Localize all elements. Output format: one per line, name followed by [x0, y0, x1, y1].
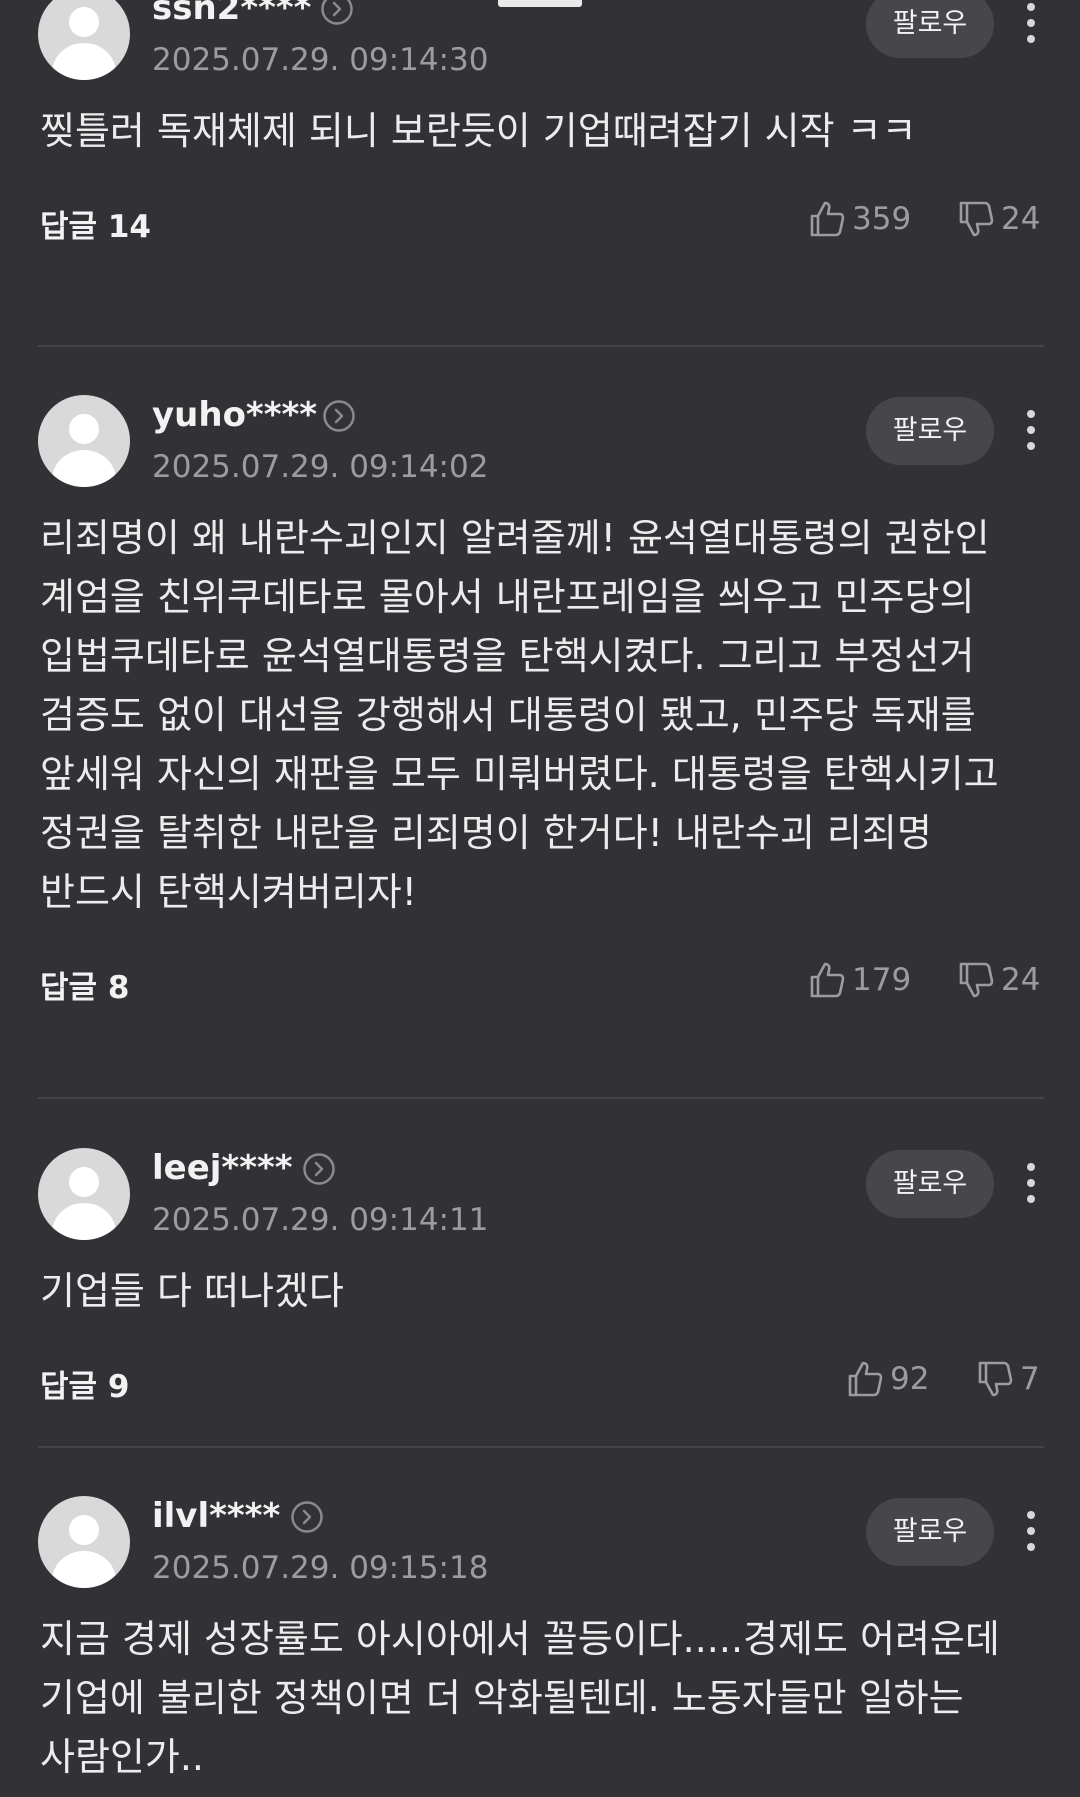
username[interactable]: ilvl****	[152, 1496, 280, 1536]
reply-count-button[interactable]: 답글 9	[40, 1361, 129, 1406]
dislike-button[interactable]: 24	[957, 956, 1040, 1004]
comment-timestamp: 2025.07.29. 09:14:30	[152, 42, 489, 78]
chevron-right-circle-icon[interactable]	[322, 399, 356, 433]
comment-header: ssn2**** 2025.07.29. 09:14:30 팔로우	[0, 0, 1080, 98]
dislike-count: 7	[1020, 1361, 1040, 1397]
comment-divider	[38, 1097, 1044, 1099]
avatar[interactable]	[38, 1496, 130, 1588]
follow-button[interactable]: 팔로우	[866, 1150, 994, 1218]
comment-text: 리죄명이 왜 내란수괴인지 알려줄께! 윤석열대통령의 권한인 계엄을 친위쿠데…	[40, 516, 999, 914]
comment-timestamp: 2025.07.29. 09:14:11	[152, 1202, 489, 1238]
avatar[interactable]	[38, 0, 130, 80]
comment-footer: 답글 9 92 7	[0, 1351, 1080, 1411]
username[interactable]: yuho****	[152, 395, 317, 435]
reply-count-button[interactable]: 답글 14	[40, 201, 151, 246]
more-options-icon[interactable]	[1016, 405, 1046, 455]
follow-button[interactable]: 팔로우	[866, 1498, 994, 1566]
like-count: 179	[852, 962, 912, 998]
comment-footer: 답글 8 179 24	[0, 952, 1080, 1012]
dislike-count: 24	[1001, 201, 1041, 237]
comment-divider	[38, 1446, 1044, 1448]
comment-item: ssn2**** 2025.07.29. 09:14:30 팔로우 찢틀러 독재…	[0, 0, 1080, 251]
thumbs-down-icon	[959, 962, 994, 998]
comment-item: ilvl**** 2025.07.29. 09:15:18 팔로우 지금 경제 …	[0, 1496, 1080, 1787]
comment-header: yuho**** 2025.07.29. 09:14:02 팔로우	[0, 395, 1080, 505]
more-options-icon[interactable]	[1016, 0, 1046, 48]
comment-feed: ssn2**** 2025.07.29. 09:14:30 팔로우 찢틀러 독재…	[0, 0, 1080, 1797]
dislike-button[interactable]: 7	[976, 1355, 1040, 1403]
follow-button[interactable]: 팔로우	[866, 397, 994, 465]
comment-footer: 답글 14 359 24	[0, 191, 1080, 251]
more-options-icon[interactable]	[1016, 1506, 1046, 1556]
comment-text: 지금 경제 성장률도 아시아에서 꼴등이다.....경제도 어려운데 기업에 불…	[40, 1617, 1000, 1779]
dislike-count: 24	[1001, 962, 1041, 998]
username[interactable]: ssn2****	[152, 0, 311, 28]
reply-count-button[interactable]: 답글 8	[40, 962, 129, 1007]
comment-header: ilvl**** 2025.07.29. 09:15:18 팔로우	[0, 1496, 1080, 1606]
comment-item: yuho**** 2025.07.29. 09:14:02 팔로우 리죄명이 왜…	[0, 395, 1080, 1012]
avatar[interactable]	[38, 395, 130, 487]
thumbs-down-icon	[959, 201, 994, 237]
like-button[interactable]: 179	[808, 956, 911, 1004]
avatar[interactable]	[38, 1148, 130, 1240]
comment-header: leej**** 2025.07.29. 09:14:11 팔로우	[0, 1148, 1080, 1258]
like-button[interactable]: 359	[808, 195, 911, 243]
follow-button[interactable]: 팔로우	[866, 0, 994, 58]
comment-timestamp: 2025.07.29. 09:15:18	[152, 1550, 489, 1586]
like-count: 359	[852, 201, 912, 237]
thumbs-up-icon	[810, 201, 845, 237]
username[interactable]: leej****	[152, 1148, 293, 1188]
thumbs-down-icon	[978, 1361, 1013, 1397]
dislike-button[interactable]: 24	[957, 195, 1040, 243]
chevron-right-circle-icon[interactable]	[320, 0, 354, 26]
like-count: 92	[890, 1361, 930, 1397]
chevron-right-circle-icon[interactable]	[302, 1152, 336, 1186]
comment-text: 찢틀러 독재체제 되니 보란듯이 기업때려잡기 시작 ㅋㅋ	[40, 109, 917, 153]
comment-item: leej**** 2025.07.29. 09:14:11 팔로우 기업들 다 …	[0, 1148, 1080, 1411]
thumbs-up-icon	[810, 962, 845, 998]
comment-text: 기업들 다 떠나겠다	[40, 1269, 344, 1313]
like-button[interactable]: 92	[846, 1355, 929, 1403]
thumbs-up-icon	[848, 1361, 883, 1397]
chevron-right-circle-icon[interactable]	[290, 1500, 324, 1534]
more-options-icon[interactable]	[1016, 1158, 1046, 1208]
comment-divider	[38, 345, 1044, 347]
comment-timestamp: 2025.07.29. 09:14:02	[152, 449, 489, 485]
